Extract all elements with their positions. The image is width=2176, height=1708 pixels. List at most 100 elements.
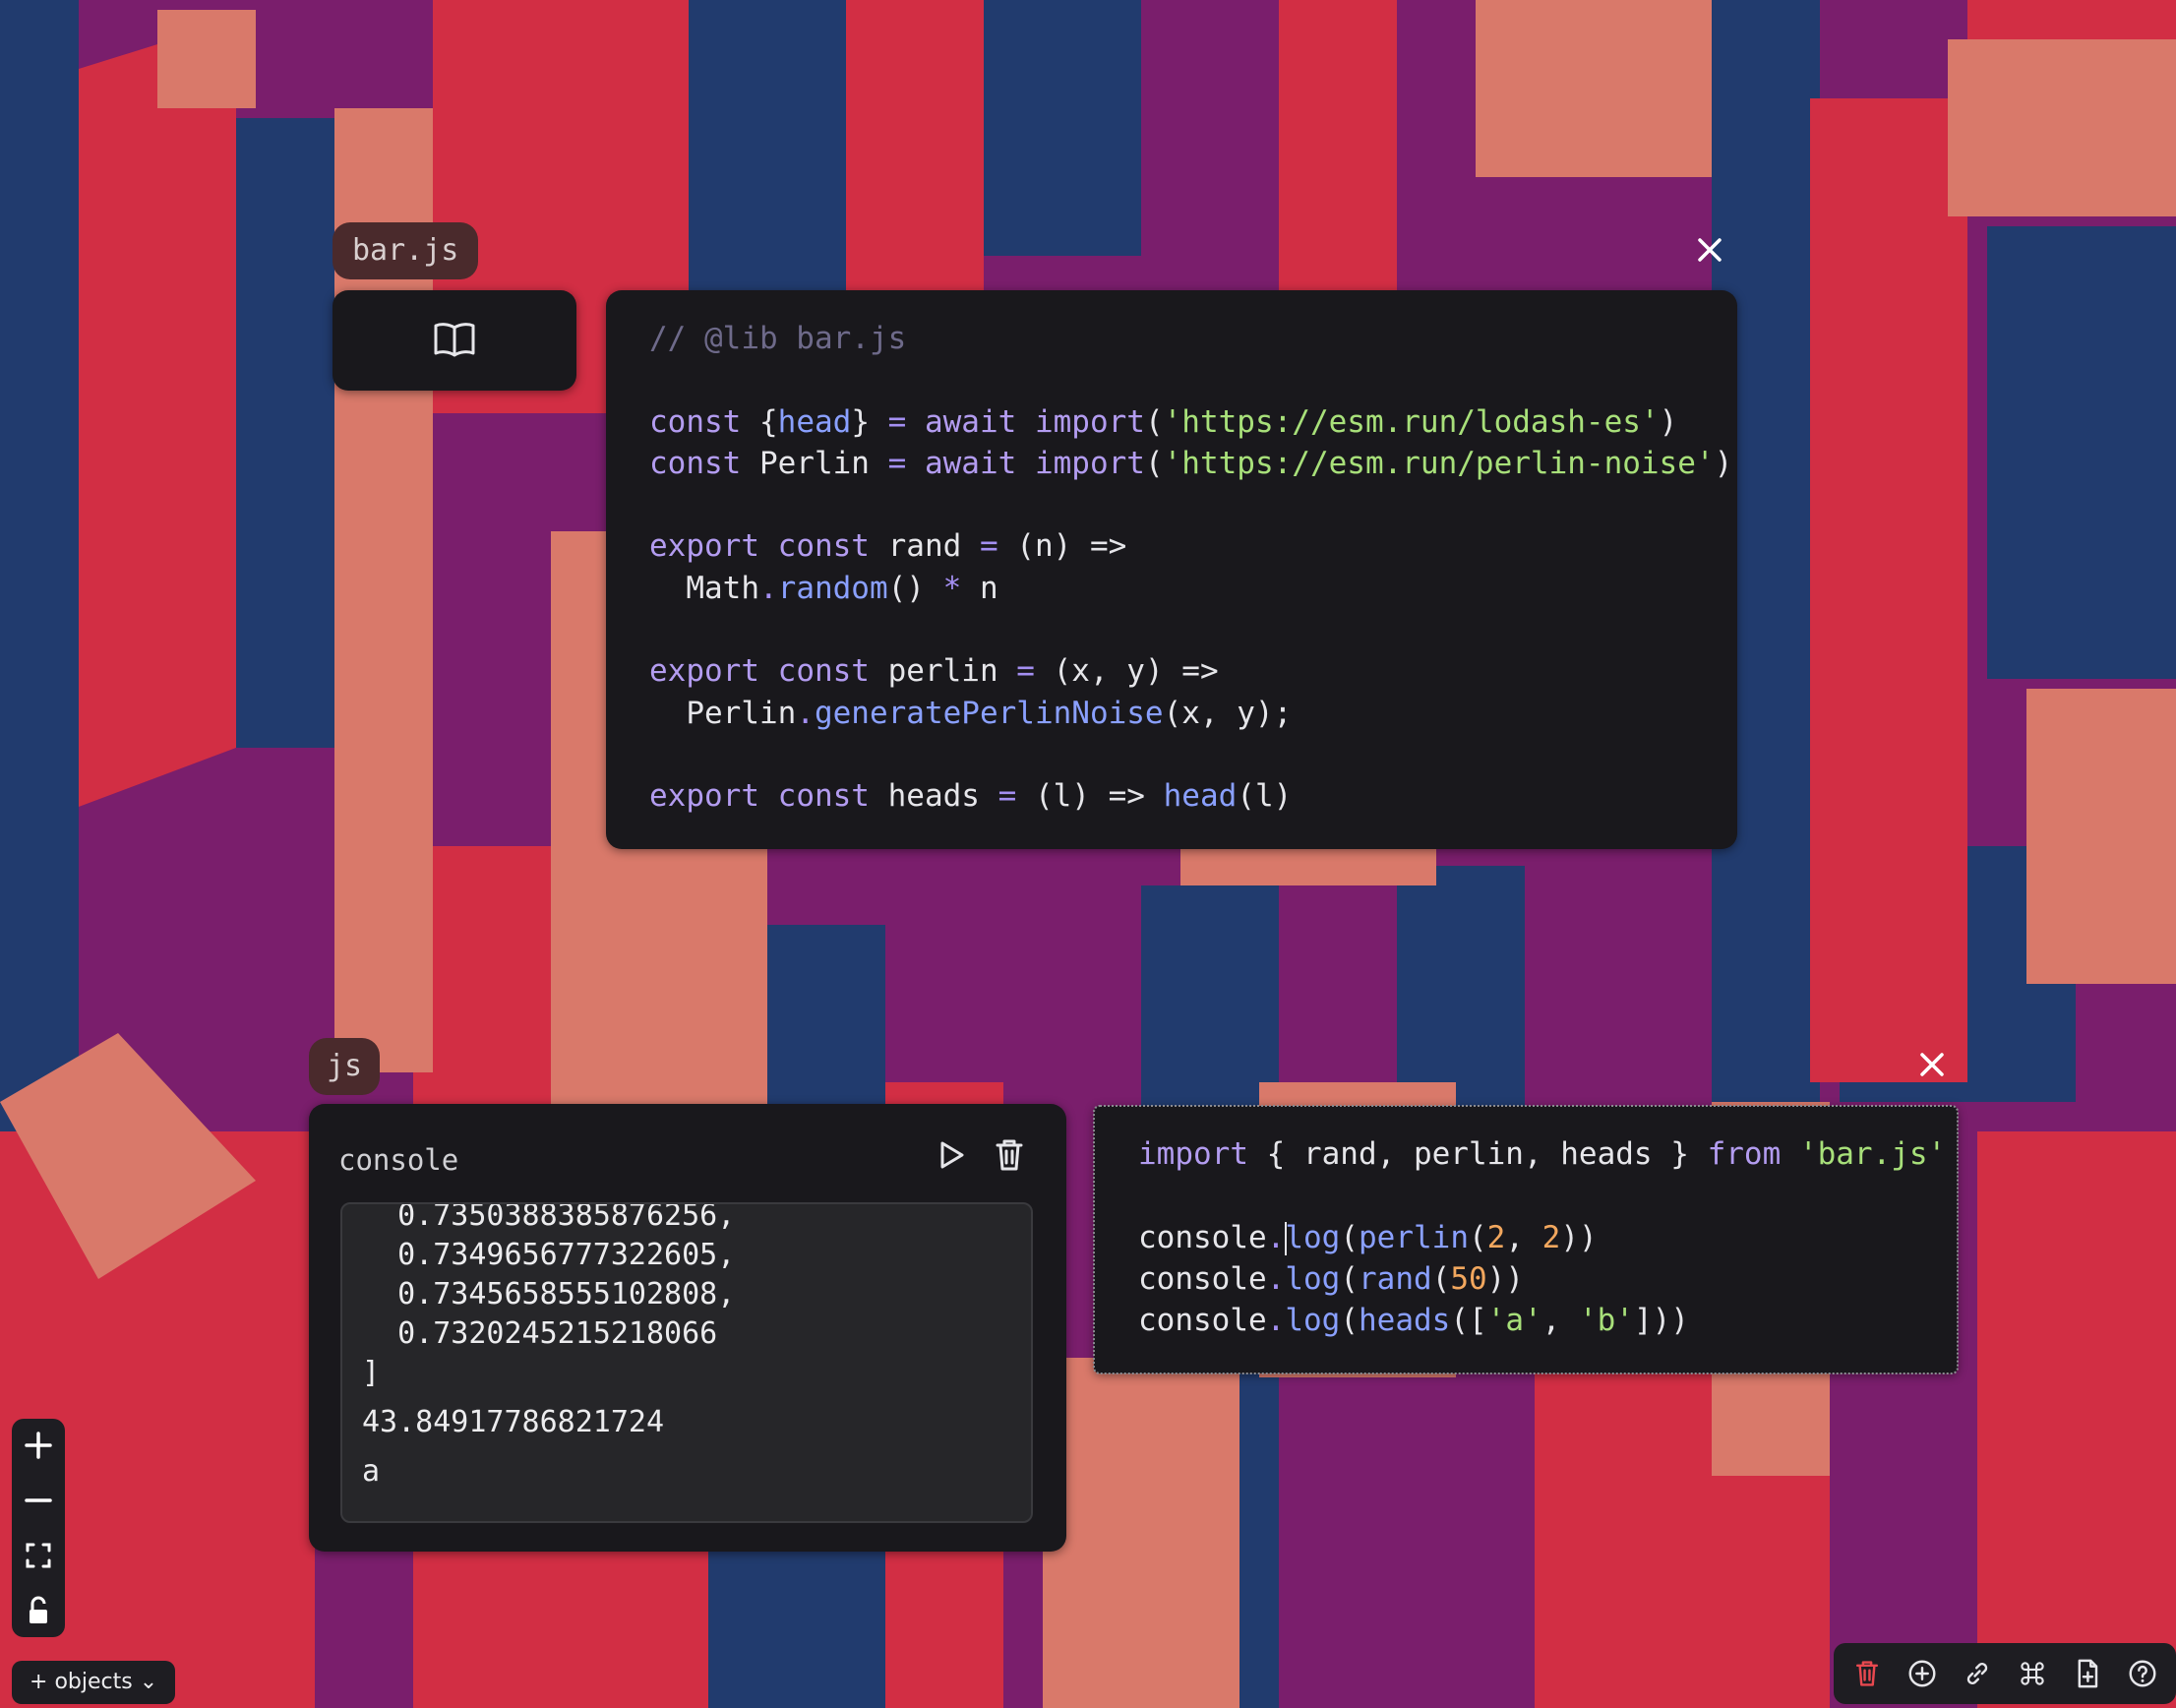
link-icon — [1966, 1663, 1988, 1684]
code-token: . — [1266, 1219, 1286, 1255]
lib-sidebar-button[interactable] — [332, 290, 576, 391]
objects-menu-button[interactable]: + objects ⌄ — [12, 1661, 176, 1704]
code-line: Perlin.generatePerlinNoise(x, y); — [649, 693, 1732, 734]
console-output-lines: 0.7350388385876256, 0.7349656777322605, … — [362, 1202, 736, 1492]
code-token: // @lib bar.js — [649, 321, 907, 356]
js-code-editor[interactable]: import { rand, perlin, heads } from 'bar… — [1093, 1105, 1959, 1374]
code-token: () — [887, 570, 943, 606]
code-line: console.log(heads(['a', 'b'])) — [1138, 1300, 1946, 1341]
code-token: 'bar.js' — [1798, 1136, 1947, 1172]
code-token: . — [1266, 1260, 1286, 1297]
code-token: . — [1266, 1303, 1286, 1339]
code-token: . — [796, 695, 815, 731]
close-icon[interactable] — [1690, 230, 1729, 270]
code-token: ( — [1144, 445, 1164, 481]
book-open-icon — [434, 323, 475, 357]
code-token: n — [961, 570, 998, 606]
code-token: log — [1285, 1260, 1341, 1297]
file-button[interactable] — [2060, 1643, 2115, 1704]
code-line: export const rand = (n) => — [649, 525, 1732, 567]
code-token: ( — [1340, 1260, 1359, 1297]
code-token: perlin — [869, 653, 1017, 690]
code-token: 2 — [1541, 1219, 1561, 1255]
code-token: heads — [869, 778, 998, 815]
code-token: from — [1707, 1136, 1782, 1172]
code-token: 'b' — [1578, 1303, 1634, 1339]
code-token: => — [1181, 653, 1219, 690]
code-token: * — [942, 570, 962, 606]
chevron-down-icon: ⌄ — [132, 1670, 158, 1694]
code-token: ( — [1144, 403, 1164, 440]
code-token: = — [1016, 653, 1035, 690]
code-line: const {head} = await import('https://esm… — [649, 401, 1732, 443]
code-token: ) — [1659, 403, 1678, 440]
command-button[interactable] — [2005, 1643, 2060, 1704]
code-line: export const heads = (l) => head(l) — [649, 775, 1732, 817]
code-token: Math — [649, 570, 759, 606]
code-token: = — [887, 403, 907, 440]
console-output-line: 0.7350388385876256, — [362, 1202, 736, 1233]
play-icon[interactable] — [929, 1133, 972, 1177]
code-token: Perlin — [758, 445, 888, 481]
code-token: 'a' — [1486, 1303, 1542, 1339]
code-token: heads — [1359, 1303, 1451, 1339]
code-token: console — [1138, 1260, 1267, 1297]
lib-name-tag[interactable]: bar.js — [332, 222, 479, 279]
code-token: (l) — [1016, 778, 1109, 815]
code-token: export — [649, 528, 759, 565]
code-token: head — [777, 403, 852, 440]
code-token: import — [1034, 445, 1145, 481]
lib-code-editor[interactable]: // @lib bar.js const {head} = await impor… — [606, 290, 1737, 849]
code-token: const — [777, 653, 870, 690]
fit-screen-icon[interactable] — [12, 1529, 65, 1582]
console-output-line: 43.84917786821724 — [362, 1405, 665, 1439]
code-token: ( — [1468, 1219, 1487, 1255]
js-code-text[interactable]: import { rand, perlin, heads } from 'bar… — [1138, 1133, 1946, 1341]
code-token: . — [758, 570, 778, 606]
js-name-tag[interactable]: js — [309, 1038, 381, 1095]
console-output[interactable]: 0.7350388385876256, 0.7349656777322605, … — [340, 1202, 1033, 1523]
code-token: import — [1138, 1136, 1248, 1172]
minus-icon[interactable] — [12, 1474, 65, 1527]
code-token: generatePerlinNoise — [814, 695, 1164, 731]
code-token: )) — [1486, 1260, 1524, 1297]
link-button[interactable] — [1950, 1643, 2005, 1704]
code-token: rand — [869, 528, 980, 565]
delete-button[interactable] — [1840, 1643, 1895, 1704]
lock-icon[interactable] — [12, 1584, 65, 1637]
console-panel: console 0.7350388385876256, 0.7349656777… — [309, 1104, 1066, 1552]
js-name-label: js — [327, 1049, 363, 1083]
console-output-line: a — [362, 1454, 381, 1489]
code-token: ([ — [1450, 1303, 1487, 1339]
lib-code-text[interactable]: // @lib bar.js const {head} = await impor… — [649, 318, 1732, 818]
code-token: } — [851, 403, 888, 440]
add-circle-icon — [1908, 1660, 1936, 1687]
code-token: const — [777, 778, 870, 815]
close-icon[interactable] — [1912, 1045, 1952, 1084]
zoom-controls — [12, 1419, 65, 1637]
console-title: console — [338, 1143, 459, 1177]
plus-icon: + — [30, 1670, 55, 1694]
plus-icon[interactable] — [12, 1419, 65, 1472]
code-token: = — [979, 528, 998, 565]
console-output-line: 0.7320245215218066 — [362, 1316, 718, 1351]
help-button[interactable] — [2115, 1643, 2170, 1704]
trash-icon[interactable] — [988, 1133, 1031, 1177]
code-line: console.log(rand(50)) — [1138, 1258, 1946, 1300]
bottom-toolbar — [1834, 1643, 2176, 1704]
code-token: = — [997, 778, 1017, 815]
console-output-line: 0.7345658555102808, — [362, 1277, 736, 1312]
code-token: export — [649, 778, 759, 815]
code-token: const — [649, 403, 759, 440]
code-token: (x, y); — [1163, 695, 1293, 731]
add-object-button[interactable] — [1895, 1643, 1950, 1704]
code-token: ( — [1340, 1219, 1359, 1255]
code-token: ( — [1431, 1260, 1451, 1297]
